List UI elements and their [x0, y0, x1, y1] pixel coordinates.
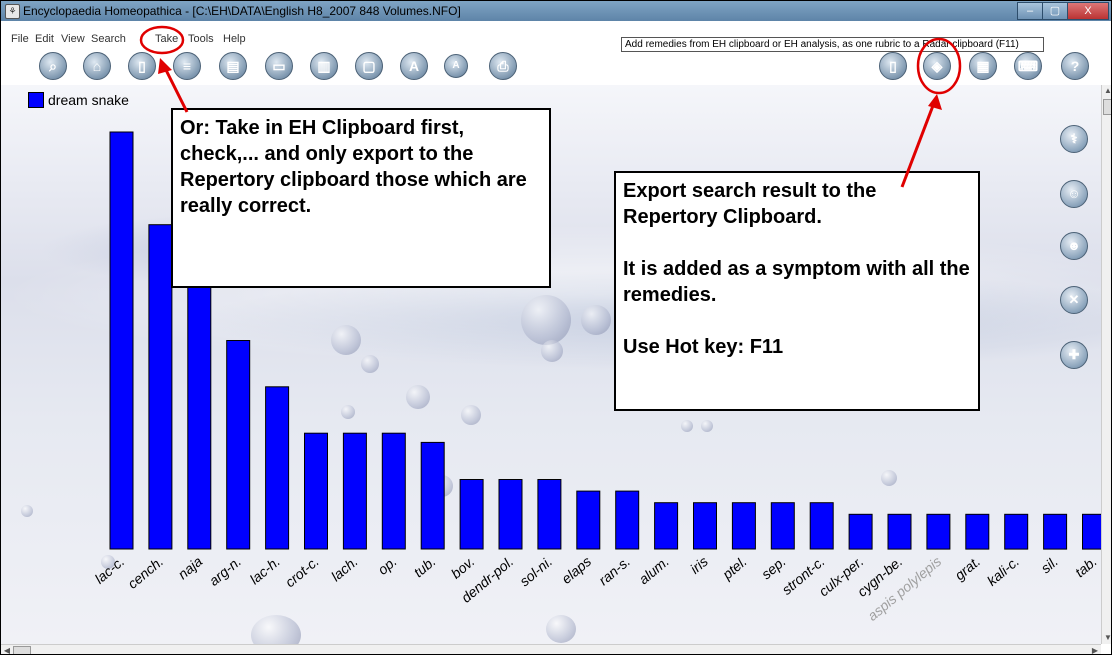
x-tick-label: tub. — [410, 553, 438, 580]
chart-bar — [926, 513, 951, 550]
x-tick-label: naja — [175, 553, 206, 582]
x-tick-label: kali-c. — [984, 553, 1022, 589]
chart-bar — [420, 441, 445, 550]
x-tick-label: iris — [687, 553, 711, 577]
callout-left: Or: Take in EH Clipboard first, check,..… — [171, 108, 551, 288]
x-tick-label: sep. — [758, 553, 789, 582]
scroll-up-icon[interactable]: ▲ — [1102, 85, 1111, 97]
app-window: ⚘ Encyclopaedia Homeopathica - [C:\EH\DA… — [0, 0, 1112, 655]
x-tick-label: lach. — [328, 553, 361, 584]
chart-bar — [693, 502, 717, 550]
chart-bar — [848, 513, 873, 550]
chart-bar — [498, 479, 523, 550]
scroll-down-icon[interactable]: ▼ — [1102, 632, 1111, 644]
scroll-thumb[interactable] — [1103, 99, 1111, 115]
x-tick-label: cench. — [124, 553, 166, 592]
x-tick-label: tab. — [1072, 553, 1100, 580]
chart-bar — [537, 479, 562, 550]
chart-bar — [148, 224, 173, 550]
chart-bar — [1043, 513, 1068, 550]
x-tick-label: bov. — [448, 553, 478, 582]
callout-right-line: Export search result to the Repertory Cl… — [623, 180, 877, 228]
chart-bar — [809, 502, 834, 550]
chart-bar — [887, 513, 912, 550]
chart-bar — [265, 386, 290, 550]
x-tick-label: ran-s. — [595, 553, 633, 588]
chart-bar — [304, 432, 328, 550]
tools-icon[interactable]: ✕ — [1060, 286, 1088, 314]
x-tick-label: sol-ni. — [516, 553, 555, 589]
chart-bar — [965, 513, 990, 550]
person-icon[interactable]: ☺ — [1060, 180, 1088, 208]
x-tick-label: elaps — [558, 553, 594, 587]
scroll-thumb[interactable] — [13, 646, 31, 654]
puzzle-add-icon[interactable]: ✚ — [1060, 341, 1088, 369]
callout-right-line: It is added as a symptom with all the re… — [623, 258, 970, 306]
chart-bar — [226, 340, 251, 550]
x-tick-label: op. — [375, 553, 400, 578]
scroll-left-icon[interactable]: ◀ — [1, 645, 13, 654]
x-tick-label: grat. — [951, 553, 983, 583]
chart-bar — [109, 131, 134, 550]
x-tick-label: alum. — [636, 553, 673, 587]
legend-swatch — [28, 92, 44, 108]
x-tick-label: ptel. — [719, 553, 750, 583]
chart-bar — [459, 479, 484, 550]
chart-bar — [1082, 513, 1101, 550]
horizontal-scrollbar[interactable]: ◀ ▶ — [1, 644, 1101, 654]
x-tick-label: lac-c. — [92, 553, 128, 587]
chart-bar — [576, 490, 601, 550]
doctor-icon[interactable]: ⚕ — [1060, 125, 1088, 153]
chart-legend: dream snake — [28, 92, 129, 108]
chart-bar — [731, 502, 756, 550]
person-color-icon[interactable]: ☻ — [1060, 232, 1088, 260]
x-tick-label: arg-n. — [206, 553, 244, 589]
x-tick-label: lac-h. — [247, 553, 284, 587]
chart-bar — [615, 490, 640, 550]
x-tick-label: crot-c. — [282, 553, 322, 590]
chart-bar — [770, 502, 795, 550]
vertical-scrollbar[interactable]: ▲ ▼ — [1101, 85, 1111, 644]
chart-bar — [342, 432, 367, 550]
chart-bar — [654, 502, 679, 550]
legend-label: dream snake — [48, 92, 129, 108]
scroll-right-icon[interactable]: ▶ — [1089, 645, 1101, 654]
x-tick-label: sil. — [1038, 553, 1061, 576]
callout-right: Export search result to the Repertory Cl… — [614, 171, 980, 411]
chart-bar — [381, 432, 406, 550]
chart-bar — [1004, 513, 1029, 550]
callout-right-line: Use Hot key: F11 — [623, 336, 784, 358]
